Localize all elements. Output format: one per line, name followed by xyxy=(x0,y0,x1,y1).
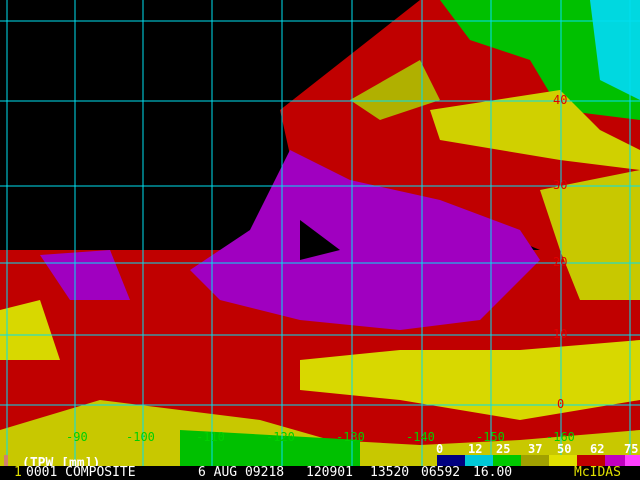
lon-label: -100 xyxy=(126,430,155,444)
tpw-map: -90 -100 -110 -120 -130 -140 -150 -160 4… xyxy=(0,0,640,480)
resolution: 16.00 xyxy=(473,465,513,480)
time: 120901 xyxy=(306,465,353,480)
colorbar-tick: 0 xyxy=(436,442,444,456)
element-number: 06592 xyxy=(421,465,461,480)
colorbar-tick: 12 xyxy=(468,442,483,456)
colorbar-tick: 50 xyxy=(557,442,572,456)
line-number: 13520 xyxy=(370,465,410,480)
lon-label: -140 xyxy=(406,430,435,444)
lon-label: -110 xyxy=(196,430,225,444)
colorbar-tick: 75 xyxy=(624,442,639,456)
frame-number: 1 xyxy=(14,465,22,480)
mcidas-brand: McIDAS xyxy=(574,465,621,480)
lat-label: 20 xyxy=(553,255,568,269)
date: 6 AUG 09218 xyxy=(198,465,285,480)
colorbar-tick: 25 xyxy=(496,442,511,456)
colorbar-tick: 37 xyxy=(528,442,543,456)
lon-label: -120 xyxy=(266,430,295,444)
area-name: 0001 COMPOSITE xyxy=(26,465,136,480)
tpw-imagery xyxy=(0,0,640,480)
status-bar: 1 0001 COMPOSITE 6 AUG 09218 120901 13520 065… xyxy=(0,466,640,480)
lon-label: -130 xyxy=(336,430,365,444)
lat-label: 10 xyxy=(553,327,568,341)
lat-label: 30 xyxy=(553,178,568,192)
lat-label: 40 xyxy=(553,93,568,107)
lat-label: 0 xyxy=(557,397,565,411)
colorbar-tick: 62 xyxy=(590,442,605,456)
lon-label: -90 xyxy=(66,430,88,444)
